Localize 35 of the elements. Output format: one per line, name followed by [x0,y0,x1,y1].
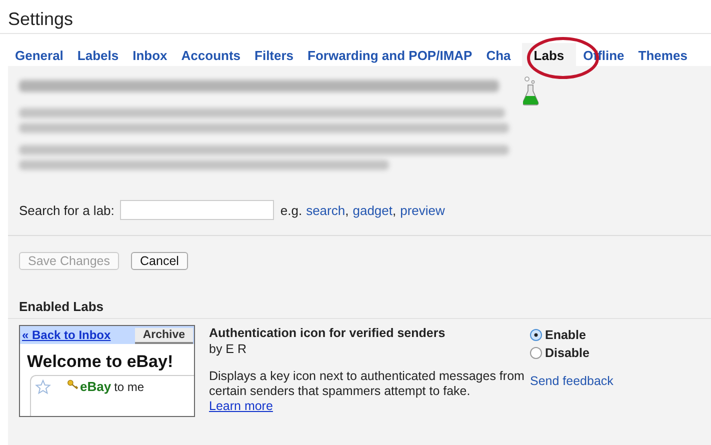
example-link[interactable]: preview [400,202,445,218]
settings-tab[interactable]: Accounts [174,43,248,66]
examples-prefix: e.g. [280,202,302,218]
settings-tab[interactable]: Forwarding and POP/IMAP [300,43,480,66]
settings-tab[interactable]: General [8,43,70,66]
settings-tab[interactable]: Inbox [126,43,174,66]
sender-name: eBay [80,379,112,394]
flask-icon [523,76,539,106]
key-icon [67,379,79,390]
star-icon [35,379,51,395]
search-label: Search for a lab: [19,202,114,218]
settings-tab[interactable]: Cha [479,43,518,66]
radio-button[interactable] [530,328,542,340]
settings-tab[interactable]: Labs [522,43,576,66]
lab-description: Displays a key icon next to authenticated messages from certain senders that spammers attempt to fake. [209,369,524,398]
settings-tab[interactable]: Filters [248,43,301,66]
example-link[interactable]: gadget [352,202,392,218]
learn-more-link[interactable]: Learn more [209,399,273,413]
separator-comma: , [392,202,396,218]
settings-tab[interactable]: Labels [70,43,126,66]
radio-button[interactable] [530,346,542,358]
feedback-link[interactable]: Send feedback [530,374,614,388]
separator-comma: , [345,202,349,218]
recipient-text: to me [114,380,144,394]
action-button[interactable]: Cancel [131,252,188,270]
lab-title: Authentication icon for verified senders [209,326,446,340]
example-link[interactable]: search [306,202,346,218]
option-label: Disable [545,346,590,360]
page-title: Settings [0,0,711,34]
lab-author: by E R [209,342,248,356]
email-subject: Welcome to eBay! [26,351,174,373]
settings-tab[interactable]: Themes [631,43,694,66]
section-heading: Enabled Labs [18,298,105,316]
search-field[interactable] [120,200,274,220]
option-label: Enable [545,328,586,342]
